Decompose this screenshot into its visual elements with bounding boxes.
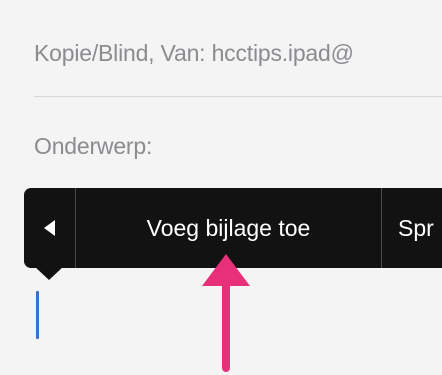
cc-from-field[interactable]: Kopie/Blind, Van: hcctips.ipad@ <box>34 40 354 67</box>
subject-label: Onderwerp: <box>34 133 153 159</box>
subject-field[interactable]: Onderwerp: <box>34 133 152 160</box>
divider <box>34 96 442 97</box>
cc-from-label: Kopie/Blind, Van: <box>34 40 206 66</box>
menu-item-label: Spr <box>398 214 434 241</box>
annotation-arrow-icon <box>202 254 250 372</box>
menu-item-label: Voeg bijlage toe <box>146 214 311 241</box>
menu-pointer <box>34 266 64 280</box>
from-address[interactable]: hcctips.ipad@ <box>212 40 354 66</box>
text-cursor <box>36 291 39 339</box>
triangle-left-icon <box>44 220 55 236</box>
speak-menu-item[interactable]: Spr <box>382 188 434 268</box>
mail-compose-screen: Kopie/Blind, Van: hcctips.ipad@ Onderwer… <box>0 0 442 375</box>
menu-back-button[interactable] <box>24 188 76 268</box>
